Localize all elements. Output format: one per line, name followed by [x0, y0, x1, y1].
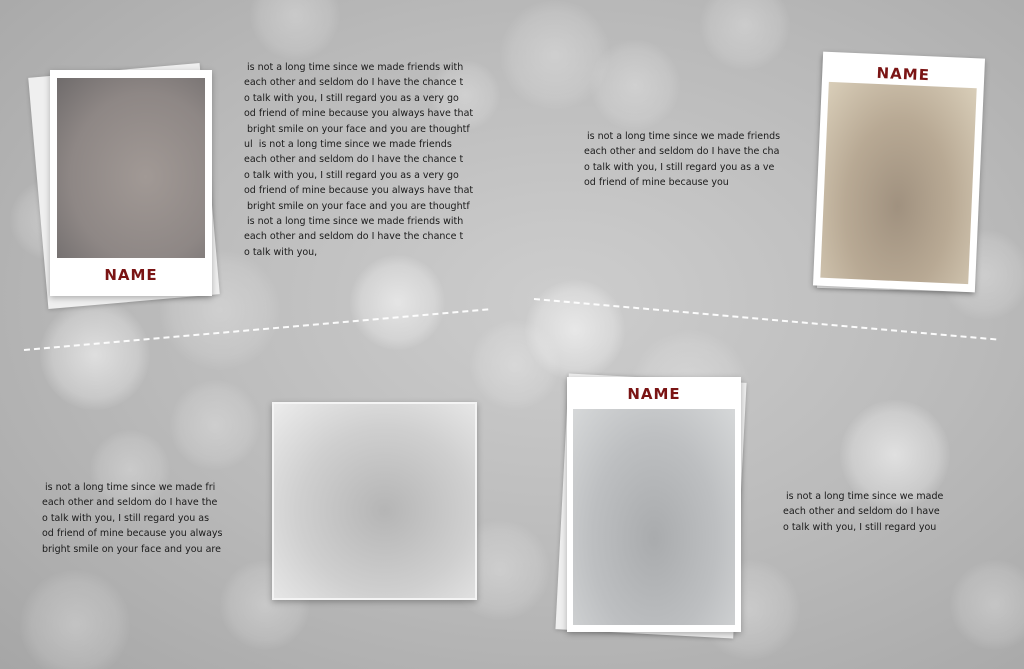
- text-line: is not a long time since we made fri: [42, 482, 216, 493]
- photo-placeholder: [274, 404, 475, 598]
- bokeh-light: [525, 280, 625, 380]
- text-line: o talk with you,: [244, 246, 318, 258]
- photo-placeholder: [573, 409, 735, 625]
- text-line: bright smile on your face and you are th…: [244, 123, 470, 135]
- bokeh-light: [170, 380, 260, 470]
- bokeh-light: [470, 320, 560, 410]
- bokeh-light: [500, 0, 610, 110]
- text-line: o talk with you, I still regard you as a…: [244, 169, 459, 181]
- card-name: NAME: [627, 385, 681, 403]
- text-line: each other and seldom do I have the cha: [584, 146, 780, 158]
- card-frame: [272, 402, 477, 600]
- card-frame: NAME: [50, 70, 212, 296]
- text-line: od friend of mine because you always: [42, 528, 223, 540]
- text-line: o talk with you, I still regard you as a…: [244, 92, 459, 104]
- text-line: each other and seldom do I have the chan…: [244, 77, 464, 89]
- text-block-bottom-left: is not a long time since we made fri each…: [42, 480, 222, 557]
- bokeh-light: [700, 0, 790, 70]
- photo-placeholder: [820, 81, 977, 285]
- text-block-top-left: is not a long time since we made friends…: [244, 60, 473, 260]
- text-line: each other and seldom do I have the chan…: [244, 231, 464, 243]
- text-line: each other and seldom do I have the chan…: [244, 154, 464, 166]
- dashed-divider-left: [23, 308, 489, 351]
- text-line: od friend of mine because you always hav…: [244, 185, 474, 197]
- card-name: NAME: [104, 266, 158, 284]
- text-line: is not a long time since we made: [783, 491, 944, 502]
- bokeh-light: [40, 300, 150, 410]
- text-block-bottom-right: is not a long time since we made each oth…: [783, 489, 943, 535]
- bokeh-light: [590, 40, 680, 130]
- photo-album-page: NAME NAME NAME is not a long time since …: [0, 0, 1024, 669]
- text-line: each other and seldom do I have the: [42, 497, 218, 509]
- text-line: ul is not a long time since we made frie…: [244, 139, 452, 151]
- text-line: o talk with you, I still regard you: [783, 521, 937, 533]
- card-frame: NAME: [567, 377, 741, 632]
- text-line: o talk with you, I still regard you as a…: [584, 161, 775, 173]
- text-block-top-middle: is not a long time since we made friends…: [584, 129, 780, 191]
- text-line: bright smile on your face and you are th…: [244, 200, 470, 212]
- bokeh-light: [350, 255, 445, 350]
- dashed-divider-right: [533, 298, 997, 341]
- text-line: o talk with you, I still regard you as: [42, 512, 210, 524]
- text-line: is not a long time since we made friends…: [244, 216, 464, 228]
- text-line: bright smile on your face and you are: [42, 543, 221, 555]
- bokeh-light: [950, 560, 1024, 650]
- photo-placeholder: [57, 78, 205, 258]
- text-line: od friend of mine because you always hav…: [244, 108, 474, 120]
- bokeh-light: [250, 0, 340, 60]
- text-line: od friend of mine because you: [584, 177, 729, 189]
- text-line: each other and seldom do I have: [783, 506, 940, 518]
- text-line: is not a long time since we made friends: [584, 131, 781, 142]
- text-line: is not a long time since we made friends…: [244, 62, 464, 73]
- bokeh-light: [20, 570, 130, 669]
- card-frame: NAME: [812, 51, 986, 293]
